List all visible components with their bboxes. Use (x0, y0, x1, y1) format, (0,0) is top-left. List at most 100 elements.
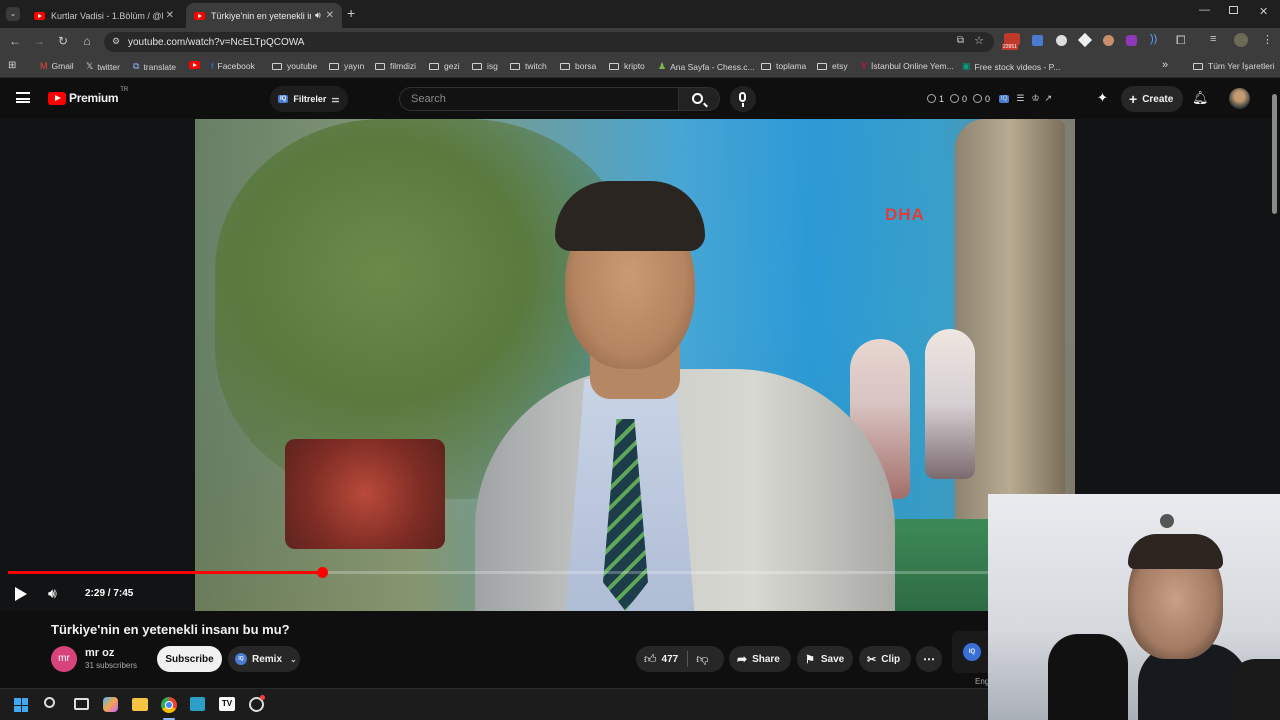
subscribe-button[interactable]: Subscribe (157, 646, 222, 672)
windows-start-icon[interactable] (14, 698, 28, 712)
share-button[interactable]: ➦ Share (729, 646, 791, 672)
x-icon: 𝕏 (86, 61, 94, 71)
bookmark-folder-youtube[interactable]: youtube (272, 61, 317, 71)
close-tab-icon[interactable]: ✕ (326, 10, 334, 21)
dislike-button[interactable]: 👎︎ (696, 652, 708, 667)
apps-grid-icon[interactable]: ⊞ (8, 60, 16, 71)
create-button[interactable]: + Create (1121, 86, 1183, 112)
microphone-icon (739, 92, 746, 102)
folder-icon (560, 62, 570, 70)
extensions-puzzle-icon[interactable]: ⧠ (1176, 33, 1186, 48)
taskbar-search-icon[interactable] (44, 697, 55, 708)
bookmark-folder-isg[interactable]: isg (472, 61, 498, 71)
profile-avatar[interactable] (1234, 33, 1248, 47)
remix-button[interactable]: IQ Remix ⌄ (228, 646, 300, 672)
bookmark-yemeksepeti[interactable]: Y İstanbul Online Yem... (861, 61, 954, 71)
search-button[interactable] (678, 87, 720, 111)
side-panel-iq-button[interactable]: IQ (952, 631, 988, 673)
forward-icon[interactable]: → (31, 34, 47, 48)
extension-icon[interactable] (1077, 32, 1093, 48)
restore-button[interactable] (1229, 6, 1238, 14)
channel-avatar[interactable]: mr (51, 646, 77, 672)
play-button[interactable] (15, 587, 27, 601)
folder-icon (609, 62, 619, 70)
share-arrow-icon: ↗ (1044, 93, 1053, 103)
bookmark-chess[interactable]: ♟ Ana Sayfa - Chess.c... (658, 61, 755, 72)
all-bookmarks[interactable]: Tüm Yer İşaretleri (1193, 61, 1275, 71)
bookmark-folder-etsy[interactable]: etsy (817, 61, 848, 71)
country-code: TR (120, 87, 129, 93)
iq-icon: IQ (235, 653, 247, 665)
browser-tab-kurtlar[interactable]: Kurtlar Vadisi - 1.Bölüm / @Res ✕ (26, 3, 182, 28)
minimize-button[interactable]: — (1199, 4, 1210, 16)
search-input[interactable]: Search (399, 87, 679, 111)
home-icon[interactable]: ⌂ (79, 34, 95, 48)
app-icon[interactable] (190, 697, 205, 711)
translate-extension-icon[interactable] (1032, 35, 1043, 46)
clip-button[interactable]: ✂ Clip (859, 646, 911, 672)
voice-search-button[interactable] (730, 86, 756, 112)
close-tab-icon[interactable]: ✕ (166, 10, 174, 21)
cast-icon[interactable]: ⧉ (957, 35, 964, 46)
file-explorer-icon[interactable] (132, 698, 148, 711)
filters-button[interactable]: IQ Filtreler ⚌ (270, 86, 348, 112)
hamburger-menu-icon[interactable] (16, 92, 30, 103)
notifications-bell-icon[interactable]: 🔔︎ (1192, 90, 1209, 106)
new-tab-button[interactable]: + (347, 5, 355, 21)
tradingview-icon[interactable]: TV (219, 697, 235, 711)
more-actions-button[interactable]: ⋯ (916, 646, 942, 672)
extension-icon[interactable] (1126, 35, 1137, 46)
channel-name[interactable]: mr oz (85, 647, 114, 659)
youtube-logo[interactable]: Premium TR (48, 87, 128, 105)
address-bar[interactable]: ⚙ youtube.com/watch?v=NcELTpQCOWA ⧉ ☆ (104, 32, 994, 52)
ceiling-lamp (1160, 514, 1174, 528)
more-bookmarks-icon[interactable]: » (1162, 59, 1168, 71)
close-window-button[interactable]: ✕ (1259, 5, 1268, 18)
page-scrollbar[interactable] (1272, 94, 1277, 214)
bookmark-folder-gezi[interactable]: gezi (429, 61, 460, 71)
bookmark-folder-yayin[interactable]: yayın (329, 61, 364, 71)
video-frame[interactable]: DHA (195, 119, 1075, 611)
remix-sparkle-icon[interactable]: ✦ (1097, 90, 1108, 106)
menu-icon[interactable]: ⋮ (1262, 33, 1273, 46)
progress-bar[interactable] (8, 567, 988, 578)
task-view-icon[interactable] (74, 698, 89, 710)
extension-icon[interactable] (1056, 35, 1067, 46)
tab-search-icon[interactable]: ⌄ (6, 7, 20, 21)
chess-icon: ♟ (658, 61, 667, 71)
bookmark-folder-borsa[interactable]: borsa (560, 61, 596, 71)
extension-icon[interactable] (1103, 35, 1114, 46)
like-button[interactable]: 👍︎ 477 (636, 652, 678, 667)
seated-person (925, 329, 975, 479)
bookmark-gmail[interactable]: M Gmail (40, 61, 74, 71)
bookmark-folder-kripto[interactable]: kripto (609, 61, 645, 71)
browser-tab-active[interactable]: Türkiye'nin en yetenekli ins 🔊︎ ✕ (186, 3, 342, 28)
bookmark-twitter[interactable]: 𝕏twitter (86, 61, 120, 72)
extensions-area: 23951 )) ⧠ ≡ ⋮ (1002, 32, 1274, 51)
bookmark-folder-twitch[interactable]: twitch (510, 61, 547, 71)
bookmark-facebook[interactable]: f Facebook (211, 61, 255, 71)
bookmark-folder-filmdizi[interactable]: filmdizi (375, 61, 416, 71)
bookmark-folder-toplama[interactable]: toplama (761, 61, 806, 71)
folder-icon (1193, 62, 1203, 70)
extension-icon[interactable]: )) (1150, 33, 1157, 45)
account-avatar[interactable] (1229, 88, 1250, 109)
chrome-icon[interactable] (161, 697, 177, 713)
bookmark-translate[interactable]: ⧉ translate (133, 61, 176, 72)
volume-icon[interactable]: 🔊︎ (48, 585, 57, 602)
folder-icon (817, 62, 827, 70)
reload-icon[interactable]: ↻ (55, 34, 71, 48)
bookmark-star-icon[interactable]: ☆ (974, 34, 984, 47)
stats-widget[interactable]: 1 0 0 IQ ☰ ♔ ↗ (927, 93, 1052, 104)
bookmark-pexels[interactable]: ▣ Free stock videos - P... (962, 61, 1060, 72)
bookmark-youtube[interactable] (189, 61, 206, 69)
clock-icon (927, 94, 936, 103)
save-button[interactable]: ⚑ Save (797, 646, 853, 672)
progress-scrubber[interactable] (316, 567, 328, 578)
reading-list-icon[interactable]: ≡ (1210, 33, 1216, 45)
iq-icon: IQ (963, 643, 981, 661)
copilot-icon[interactable] (103, 697, 118, 712)
speaker-icon[interactable]: 🔊︎ (315, 10, 321, 21)
site-info-icon[interactable]: ⚙ (112, 36, 120, 47)
back-icon[interactable]: ← (7, 34, 23, 48)
